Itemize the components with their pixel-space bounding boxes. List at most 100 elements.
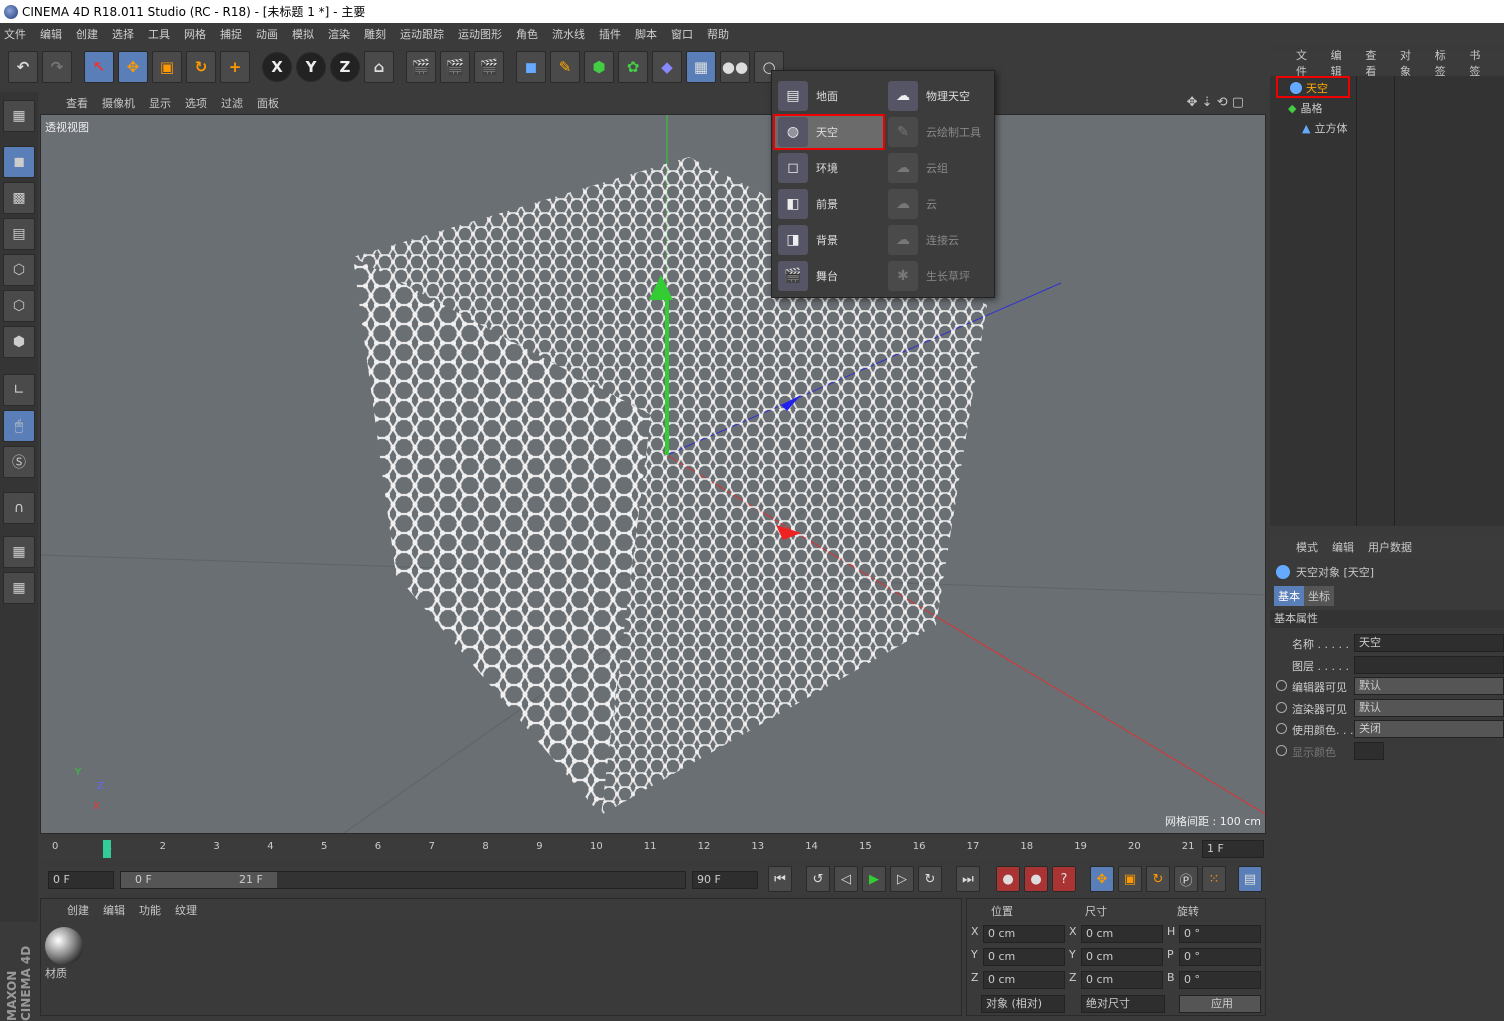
play-button[interactable]: ▶ [862, 866, 886, 892]
undo-button[interactable]: ↶ [8, 51, 38, 83]
render-picture-viewer-button[interactable]: 🎬 [440, 51, 470, 83]
om-menu-object[interactable]: 对象 [1400, 47, 1421, 79]
viewport-menu-camera[interactable]: 摄像机 [102, 95, 135, 111]
next-key-button[interactable]: ↻ [918, 866, 942, 892]
record-key-button[interactable]: ● [996, 866, 1020, 892]
material-menu-edit[interactable]: 编辑 [103, 902, 125, 918]
om-menu-edit[interactable]: 编辑 [1331, 47, 1352, 79]
object-row-lattice[interactable]: ◆ 晶格 [1270, 98, 1504, 118]
menu-pipeline[interactable]: 流水线 [552, 26, 585, 42]
go-to-end-button[interactable]: ⏭ [956, 866, 980, 892]
edges-mode-button[interactable]: ⬡ [3, 290, 35, 322]
attr-value-field[interactable]: 关闭 [1354, 720, 1504, 738]
end-frame-field[interactable]: 90 F [692, 871, 758, 889]
viewport-menu-display[interactable]: 显示 [149, 95, 171, 111]
snap-button[interactable]: ∩ [3, 492, 35, 524]
current-frame-field[interactable]: 1 F [1202, 840, 1264, 858]
material-menu-create[interactable]: 创建 [67, 902, 89, 918]
next-frame-button[interactable]: ▷ [890, 866, 914, 892]
menu-edit[interactable]: 编辑 [40, 26, 62, 42]
tab-basic[interactable]: 基本 [1274, 586, 1304, 606]
preview-range-slider[interactable]: 0 F 21 F [120, 871, 686, 889]
key-pla-button[interactable]: ⁙ [1202, 866, 1226, 892]
render-view-button[interactable]: 🎬 [406, 51, 436, 83]
animate-radio[interactable] [1276, 701, 1287, 713]
position-field[interactable]: 0 cm [983, 971, 1065, 989]
render-settings-button[interactable]: 🎬 [474, 51, 504, 83]
rotate-tool-button[interactable]: ↻ [186, 51, 216, 83]
start-frame-field[interactable]: 0 F [48, 871, 114, 889]
animate-radio[interactable] [1276, 744, 1287, 756]
attr-menu-mode[interactable]: 模式 [1296, 539, 1318, 555]
menu-sculpt[interactable]: 雕刻 [364, 26, 386, 42]
om-menu-file[interactable]: 文件 [1296, 47, 1317, 79]
menu-animate[interactable]: 动画 [256, 26, 278, 42]
dropdown-item[interactable]: ☁ 物理天空 [884, 79, 994, 113]
scene-floor-button[interactable]: ▦ [686, 51, 716, 83]
axis-mode-button[interactable]: ∟ [3, 374, 35, 406]
menu-script[interactable]: 脚本 [635, 26, 657, 42]
viewport-menu-options[interactable]: 选项 [185, 95, 207, 111]
position-field[interactable]: 0 cm [983, 948, 1065, 966]
key-scale-button[interactable]: ▣ [1118, 866, 1142, 892]
select-tool-button[interactable]: ↖ [84, 51, 114, 83]
viewport-menu-panel[interactable]: 面板 [257, 95, 279, 111]
menu-plugins[interactable]: 插件 [599, 26, 621, 42]
dropdown-item[interactable]: ✱ 生长草坪 [884, 259, 994, 293]
om-menu-view[interactable]: 查看 [1365, 47, 1386, 79]
attr-menu-edit[interactable]: 编辑 [1332, 539, 1354, 555]
attr-menu-userdata[interactable]: 用户数据 [1368, 539, 1412, 555]
texture-mode-button[interactable]: ▩ [3, 182, 35, 214]
solo-button[interactable]: Ⓢ [3, 446, 35, 478]
prev-key-button[interactable]: ↺ [806, 866, 830, 892]
points-mode-button[interactable]: ⬡ [3, 254, 35, 286]
make-editable-button[interactable]: ▦ [3, 100, 35, 132]
dropdown-item[interactable]: ✎ 云绘制工具 [884, 115, 994, 149]
attr-value-field[interactable] [1354, 741, 1384, 760]
dropdown-item[interactable]: ◨ 背景 [774, 223, 884, 257]
dropdown-item[interactable]: 🎬 舞台 [774, 259, 884, 293]
menu-select[interactable]: 选择 [112, 26, 134, 42]
dropdown-item[interactable]: ◍ 天空 [773, 114, 885, 150]
auto-key-button[interactable]: ● [1024, 866, 1048, 892]
key-position-button[interactable]: ✥ [1090, 866, 1114, 892]
size-mode-select[interactable]: 绝对尺寸 [1081, 995, 1165, 1013]
menu-mesh[interactable]: 网格 [184, 26, 206, 42]
apply-button[interactable]: 应用 [1179, 995, 1261, 1013]
rotation-field[interactable]: 0 ° [1179, 948, 1261, 966]
workplane-lock-button[interactable]: ▦ [3, 536, 35, 568]
size-field[interactable]: 0 cm [1081, 925, 1163, 943]
tab-coord[interactable]: 坐标 [1304, 586, 1334, 606]
menu-file[interactable]: 文件 [4, 26, 26, 42]
menu-mograph[interactable]: 运动图形 [458, 26, 502, 42]
menu-motion-tracking[interactable]: 运动跟踪 [400, 26, 444, 42]
om-menu-bookmarks[interactable]: 书签 [1469, 47, 1490, 79]
dropdown-item[interactable]: ◻ 环境 [774, 151, 884, 185]
go-to-start-button[interactable]: ⏮ [768, 866, 792, 892]
cloner-button[interactable]: ✿ [618, 51, 648, 83]
camera-button[interactable]: ●● [720, 51, 750, 83]
timeline-playhead[interactable] [103, 840, 111, 858]
timeline-window-button[interactable]: ▤ [1238, 866, 1262, 892]
menu-tools[interactable]: 工具 [148, 26, 170, 42]
viewport-menu-filter[interactable]: 过滤 [221, 95, 243, 111]
timeline-ruler[interactable]: 0123456789101112131415161718192021 1 F [40, 838, 1266, 860]
dropdown-item[interactable]: ▤ 地面 [774, 79, 884, 113]
dropdown-item[interactable]: ☁ 云组 [884, 151, 994, 185]
menu-snap[interactable]: 捕捉 [220, 26, 242, 42]
model-mode-button[interactable]: ◼ [3, 146, 35, 178]
animate-radio[interactable] [1276, 680, 1287, 691]
material-swatch[interactable]: 材质 [45, 927, 85, 985]
om-menu-tags[interactable]: 标签 [1435, 47, 1456, 79]
rotation-field[interactable]: 0 ° [1179, 925, 1261, 943]
attr-value-field[interactable]: 默认 [1354, 698, 1504, 717]
position-field[interactable]: 0 cm [983, 925, 1065, 943]
dropdown-item[interactable]: ☁ 连接云 [884, 223, 994, 257]
key-rotation-button[interactable]: ↻ [1146, 866, 1170, 892]
polygons-mode-button[interactable]: ⬢ [3, 326, 35, 358]
cube-primitive-button[interactable]: ◼ [516, 51, 546, 83]
menu-create[interactable]: 创建 [76, 26, 98, 42]
size-field[interactable]: 0 cm [1081, 971, 1163, 989]
menu-simulate[interactable]: 模拟 [292, 26, 314, 42]
size-field[interactable]: 0 cm [1081, 948, 1163, 966]
